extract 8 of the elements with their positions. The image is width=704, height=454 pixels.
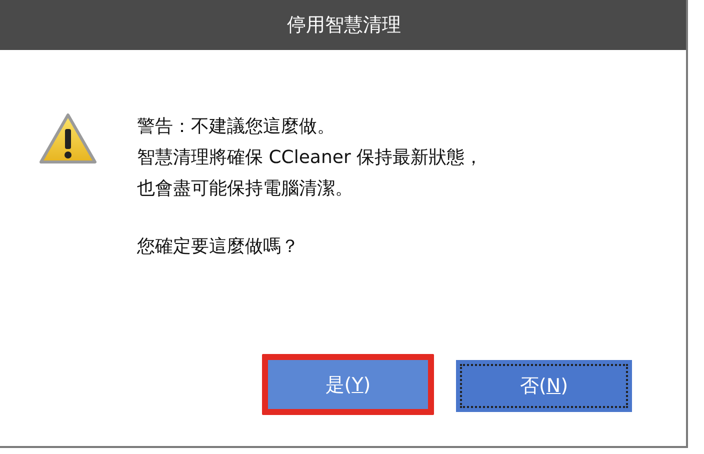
warning-icon bbox=[38, 112, 98, 166]
dialog-button[interactable]: 否(N) bbox=[456, 360, 632, 412]
window-title: 停用智慧清理 bbox=[287, 13, 401, 38]
message-text: 也會盡可能保持電腦清潔。 bbox=[137, 177, 354, 201]
message-text: 智慧清理將確保 CCleaner 保持最新狀態， bbox=[137, 146, 483, 170]
message-text: 警告：不建議您這麼做。 bbox=[137, 115, 336, 139]
question-text: 您確定要這麼做嗎？ bbox=[137, 235, 300, 259]
dialog-button[interactable]: 是(Y) bbox=[268, 360, 428, 409]
